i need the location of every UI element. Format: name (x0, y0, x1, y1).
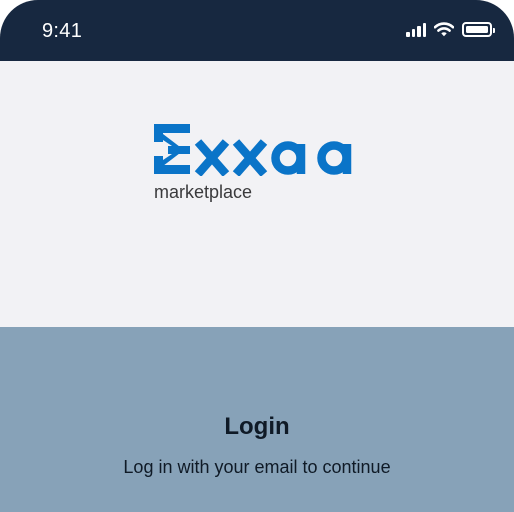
exxaa-logo-icon (154, 124, 352, 176)
battery-icon (462, 22, 495, 37)
login-title: Login (224, 413, 290, 440)
brand-tagline: marketplace (154, 182, 253, 202)
phone-screen: 9:41 marketplace Login Log in with your … (0, 0, 514, 512)
signal-icon (406, 22, 426, 37)
login-panel: Login Log in with your email to continue (0, 327, 514, 512)
logo-area: marketplace (0, 61, 514, 327)
brand-logo: marketplace (154, 124, 354, 202)
status-time: 9:41 (42, 20, 83, 42)
status-icons (406, 22, 495, 37)
status-bar: 9:41 (0, 0, 514, 61)
wifi-icon (434, 22, 454, 37)
login-subtitle: Log in with your email to continue (123, 457, 391, 477)
